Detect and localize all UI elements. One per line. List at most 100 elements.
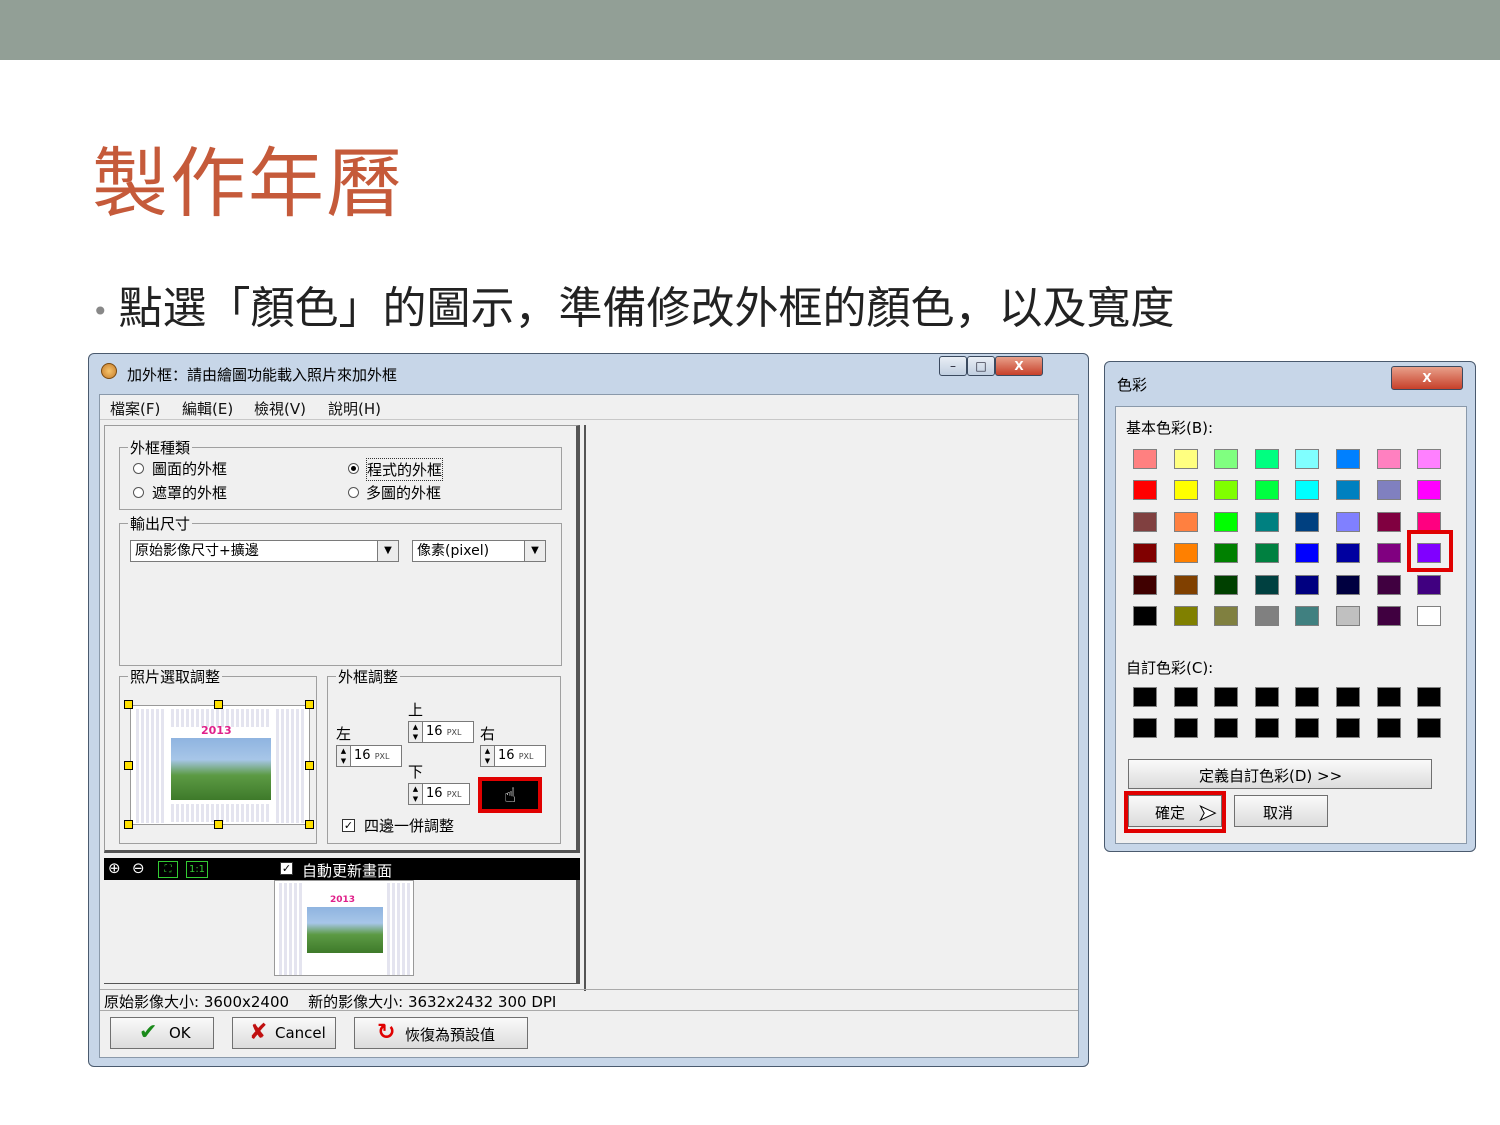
basic-color-swatch[interactable]	[1254, 606, 1279, 626]
basic-color-swatch[interactable]	[1417, 449, 1442, 469]
basic-color-swatch[interactable]	[1254, 511, 1279, 532]
radio-image-frame[interactable]	[133, 463, 144, 474]
radio-multi-frame[interactable]	[348, 487, 359, 498]
size-select[interactable]: 原始影像尺寸+擴邊 ▼	[130, 540, 399, 562]
all-sides-checkbox[interactable]: ✓	[342, 819, 355, 832]
spinner-arrows-icon[interactable]: ▲ ▼	[409, 722, 423, 742]
basic-color-swatch[interactable]	[1173, 574, 1198, 595]
custom-color-swatch[interactable]	[1214, 687, 1239, 707]
unit-select[interactable]: 像素(pixel) ▼	[412, 540, 546, 562]
basic-color-swatch[interactable]	[1376, 543, 1401, 564]
basic-color-swatch[interactable]	[1376, 606, 1401, 626]
custom-color-swatch[interactable]	[1295, 718, 1320, 739]
option-multi-frame[interactable]: 多圖的外框	[366, 482, 441, 503]
basic-color-swatch[interactable]	[1336, 480, 1360, 501]
basic-color-swatch[interactable]	[1133, 574, 1157, 595]
fit-window-icon[interactable]: ⛶	[158, 861, 178, 878]
crop-handle[interactable]	[124, 820, 133, 829]
option-mask-frame[interactable]: 遮罩的外框	[152, 482, 227, 503]
custom-color-swatch[interactable]	[1133, 718, 1157, 739]
custom-color-swatch[interactable]	[1417, 718, 1442, 739]
basic-color-swatch[interactable]	[1336, 543, 1360, 564]
basic-color-swatch[interactable]	[1133, 543, 1157, 564]
bottom-spinner[interactable]: ▲ ▼ 16 PXL	[408, 783, 470, 805]
zoom-in-icon[interactable]: ⊕	[108, 859, 121, 877]
basic-color-swatch[interactable]	[1254, 480, 1279, 501]
spinner-arrows-icon[interactable]: ▲ ▼	[481, 746, 495, 766]
cancel-button[interactable]: ✘ Cancel	[232, 1017, 336, 1049]
basic-color-swatch[interactable]	[1376, 574, 1401, 595]
custom-color-swatch[interactable]	[1254, 718, 1279, 739]
basic-color-swatch[interactable]	[1133, 480, 1157, 501]
zoom-out-icon[interactable]: ⊖	[132, 859, 145, 877]
crop-handle[interactable]	[124, 761, 133, 770]
basic-color-swatch[interactable]	[1417, 574, 1442, 595]
basic-color-swatch[interactable]	[1173, 480, 1198, 501]
crop-handle[interactable]	[305, 820, 314, 829]
basic-color-swatch[interactable]	[1376, 511, 1401, 532]
maximize-button[interactable]: □	[967, 356, 995, 376]
chevron-down-icon[interactable]: ▼	[524, 541, 545, 561]
basic-color-swatch[interactable]	[1295, 543, 1320, 564]
custom-color-swatch[interactable]	[1336, 718, 1360, 739]
minimize-button[interactable]: –	[939, 356, 967, 376]
ok-button[interactable]: ✔ OK	[110, 1017, 214, 1049]
right-spinner[interactable]: ▲ ▼ 16 PXL	[480, 745, 546, 767]
auto-update-checkbox[interactable]: ✓	[280, 862, 293, 875]
basic-color-swatch[interactable]	[1417, 606, 1442, 626]
custom-color-swatch[interactable]	[1214, 718, 1239, 739]
basic-color-swatch[interactable]	[1295, 606, 1320, 626]
basic-color-swatch[interactable]	[1295, 449, 1320, 469]
crop-handle[interactable]	[124, 700, 133, 709]
radio-mask-frame[interactable]	[133, 487, 144, 498]
custom-color-swatch[interactable]	[1376, 718, 1401, 739]
menu-file[interactable]: 檔案(F)	[110, 398, 160, 419]
top-spinner[interactable]: ▲ ▼ 16 PXL	[408, 721, 474, 743]
custom-color-swatch[interactable]	[1376, 687, 1401, 707]
crop-handle[interactable]	[305, 700, 314, 709]
basic-color-swatch[interactable]	[1173, 511, 1198, 532]
spinner-arrows-icon[interactable]: ▲ ▼	[337, 746, 351, 766]
custom-color-swatch[interactable]	[1173, 687, 1198, 707]
crop-handle[interactable]	[214, 700, 223, 709]
custom-color-swatch[interactable]	[1133, 687, 1157, 707]
basic-color-swatch[interactable]	[1214, 511, 1239, 532]
crop-handle[interactable]	[214, 820, 223, 829]
basic-color-swatch[interactable]	[1173, 543, 1198, 564]
menu-edit[interactable]: 編輯(E)	[182, 398, 233, 419]
basic-color-swatch[interactable]	[1214, 543, 1239, 564]
define-custom-colors-button[interactable]: 定義自訂色彩(D) >>	[1128, 759, 1432, 789]
basic-color-swatch[interactable]	[1376, 480, 1401, 501]
basic-color-swatch[interactable]	[1133, 511, 1157, 532]
basic-color-swatch[interactable]	[1376, 449, 1401, 469]
basic-color-swatch[interactable]	[1295, 511, 1320, 532]
basic-color-swatch[interactable]	[1173, 606, 1198, 626]
basic-color-swatch[interactable]	[1254, 449, 1279, 469]
basic-color-swatch[interactable]	[1295, 574, 1320, 595]
custom-color-swatch[interactable]	[1417, 687, 1442, 707]
restore-defaults-button[interactable]: ↻ 恢復為預設值	[354, 1017, 528, 1049]
basic-color-swatch[interactable]	[1254, 543, 1279, 564]
basic-color-swatch[interactable]	[1336, 574, 1360, 595]
basic-color-swatch[interactable]	[1417, 511, 1442, 532]
basic-color-swatch[interactable]	[1254, 574, 1279, 595]
basic-color-swatch[interactable]	[1173, 449, 1198, 469]
color-dialog-titlebar[interactable]: 色彩 X	[1105, 362, 1475, 396]
basic-color-swatch[interactable]	[1295, 480, 1320, 501]
left-spinner[interactable]: ▲ ▼ 16 PXL	[336, 745, 402, 767]
basic-color-swatch[interactable]	[1417, 480, 1442, 501]
custom-color-swatch[interactable]	[1173, 718, 1198, 739]
close-button[interactable]: X	[1391, 366, 1463, 390]
chevron-down-icon[interactable]: ▼	[377, 541, 398, 561]
basic-color-swatch[interactable]	[1214, 480, 1239, 501]
basic-color-swatch[interactable]	[1336, 511, 1360, 532]
all-sides-label[interactable]: 四邊一併調整	[364, 815, 454, 836]
custom-color-swatch[interactable]	[1295, 687, 1320, 707]
cancel-button[interactable]: 取消	[1234, 795, 1328, 827]
basic-color-swatch[interactable]	[1133, 606, 1157, 626]
basic-color-swatch[interactable]	[1214, 449, 1239, 469]
frame-color-button[interactable]: ☝	[478, 777, 542, 813]
radio-program-frame[interactable]	[348, 463, 359, 474]
custom-color-swatch[interactable]	[1336, 687, 1360, 707]
option-image-frame[interactable]: 圖面的外框	[152, 458, 227, 479]
